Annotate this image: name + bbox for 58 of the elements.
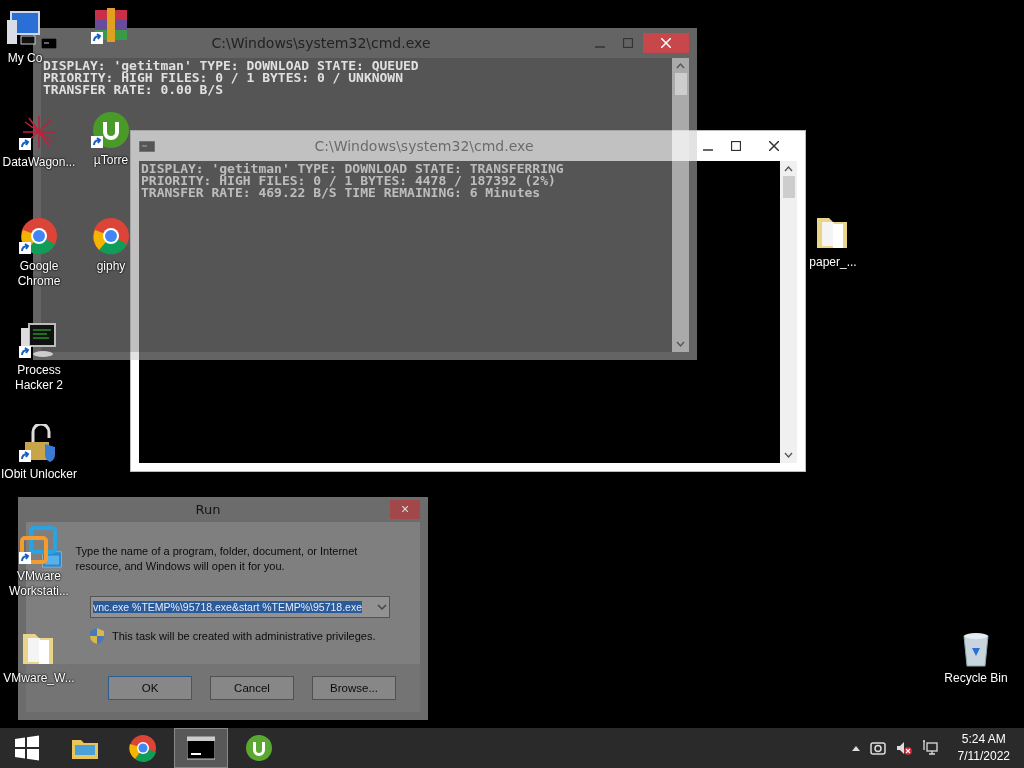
maximize-icon <box>731 141 741 151</box>
torrent-icon[interactable] <box>91 110 131 150</box>
camera-icon[interactable] <box>869 740 886 756</box>
clock-time[interactable]: 5:24 AM <box>961 731 1006 748</box>
icon-label: DataWagon... <box>2 155 76 170</box>
minimize-icon <box>595 46 605 48</box>
dialog-title: Run <box>194 502 222 517</box>
monitor-icon[interactable] <box>19 320 59 360</box>
dialog-description: Type the name of a program, folder, document, or Internet resource, and Windows will open it for you. <box>75 544 359 574</box>
icon-label: paper_... <box>809 255 857 270</box>
scroll-up-icon[interactable] <box>784 165 793 174</box>
icon-label: Process Hacker 2 <box>14 363 64 393</box>
console-line: TRANSFER RATE: 469.22 B/S TIME REMAINING: 6 Minutes <box>141 187 541 199</box>
admin-note: This task will be created with administrative privileges. <box>112 630 376 642</box>
scrollbar-thumb[interactable] <box>782 176 795 198</box>
dialog-button[interactable]: Browse... <box>312 676 396 700</box>
console-line: DISPLAY: 'getitman' TYPE: DOWNLOAD STATE: TRANSFERRING <box>141 163 564 175</box>
command-field[interactable]: vnc.exe %TEMP%\95718.exe&start %TEMP%\95718.exe <box>90 596 390 618</box>
scrollbar[interactable] <box>780 161 797 463</box>
console-line: PRIORITY: HIGH FILES: 0 / 1 BYTES: 4478 / 187392 (2%) <box>141 175 556 187</box>
show-hidden-icons-icon[interactable] <box>851 745 860 751</box>
maximize-icon <box>623 38 633 48</box>
muted-speaker-icon[interactable] <box>895 740 912 756</box>
console-line: PRIORITY: HIGH FILES: 0 / 1 BYTES: 0 / UNKNOWN <box>43 72 404 84</box>
icon-label: giphy <box>96 259 126 274</box>
terminal-icon <box>139 140 155 152</box>
terminal-icon <box>41 37 57 49</box>
taskbar-button[interactable] <box>174 728 228 768</box>
minimize-icon <box>703 149 713 151</box>
icon-label: Recycle Bin <box>944 671 1008 686</box>
scroll-down-icon[interactable] <box>676 339 685 348</box>
caret-icon[interactable] <box>377 603 387 611</box>
close-button[interactable]: × <box>390 500 420 519</box>
close-icon <box>769 141 779 151</box>
terminal-icon <box>187 736 215 760</box>
window-title: C:\Windows\system32\cmd.exe <box>210 35 432 51</box>
torrent-icon <box>246 735 272 761</box>
scrollbar-thumb[interactable] <box>674 73 687 95</box>
scroll-down-icon[interactable] <box>784 450 793 459</box>
chrome-icon[interactable] <box>91 216 131 256</box>
icon-label: µTorre <box>93 153 129 168</box>
dialog-button[interactable]: OK <box>108 676 192 700</box>
window-title: C:\Windows\system32\cmd.exe <box>313 138 535 154</box>
icon-label: Google Chrome <box>16 259 62 289</box>
icon-label: IObit Unlocker <box>1 467 77 482</box>
clock-date[interactable]: 7/11/2022 <box>957 748 1010 765</box>
windows-logo-icon <box>15 735 39 761</box>
scrollbar[interactable] <box>672 58 689 352</box>
console-line: TRANSFER RATE: 0.00 B/S <box>43 84 223 96</box>
dialog-button[interactable]: Cancel <box>210 676 294 700</box>
scroll-up-icon[interactable] <box>676 62 685 71</box>
vmware-icon[interactable] <box>19 526 59 566</box>
folder-icon <box>72 740 98 759</box>
shield-icon <box>90 628 104 644</box>
chrome-icon[interactable] <box>19 216 59 256</box>
console-line: DISPLAY: 'getitman' TYPE: DOWNLOAD STATE: QUEUED <box>43 60 419 72</box>
close-icon <box>661 38 671 48</box>
chrome-icon <box>129 735 156 762</box>
